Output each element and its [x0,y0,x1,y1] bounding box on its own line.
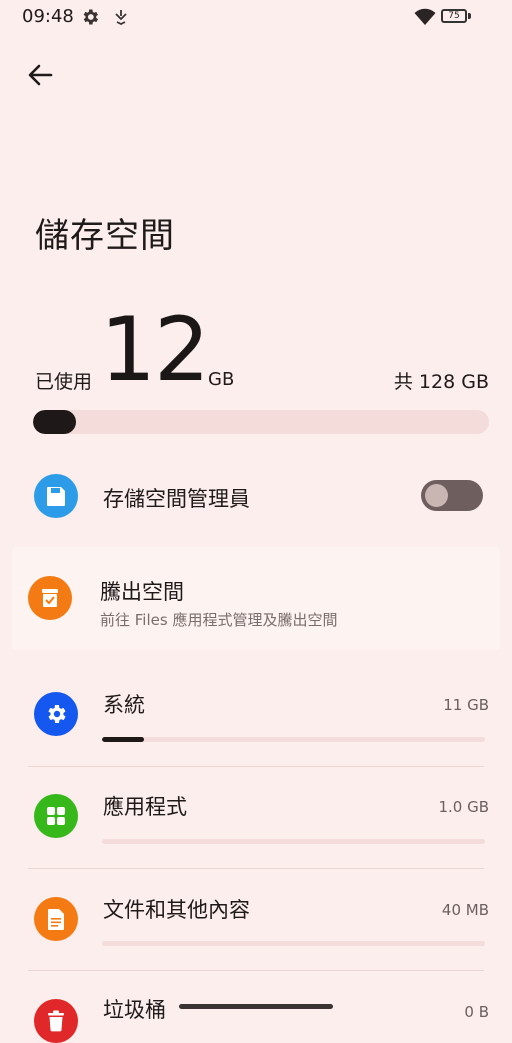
battery-icon: 75 [441,9,467,23]
category-system-size: 11 GB [443,696,489,714]
wifi-icon [414,8,436,25]
sd-card-icon [34,474,78,518]
storage-manager-label[interactable]: 存儲空間管理員 [103,483,250,513]
used-value: 12 [100,298,210,401]
gear-icon [83,9,98,25]
divider [28,868,484,869]
category-trash-label[interactable]: 垃圾桶 [103,994,166,1024]
storage-usage-fill [33,410,76,434]
category-trash-size: 0 B [464,1003,489,1021]
category-documents-size: 40 MB [441,901,489,919]
category-system-fill [102,737,145,742]
used-label: 已使用 [35,371,93,393]
cleanup-icon [28,576,72,620]
trash-icon [34,999,78,1043]
battery-tip [468,13,471,19]
category-apps-bar [102,839,485,844]
back-arrow-icon[interactable] [24,58,58,92]
category-documents-label[interactable]: 文件和其他內容 [103,894,250,924]
navigation-icon [115,10,127,26]
gear-icon [34,692,78,736]
divider [28,970,484,971]
status-time: 09:48 [22,6,74,27]
free-up-subtitle: 前往 Files 應用程式管理及騰出空間 [100,611,338,629]
toggle-thumb[interactable] [425,484,448,507]
total-capacity: 共 128 GB [393,371,489,393]
category-documents-bar [102,941,485,946]
used-unit: GB [208,369,235,390]
free-up-space-card[interactable] [12,547,500,650]
divider [28,766,484,767]
category-system-label[interactable]: 系統 [103,689,145,719]
category-apps-label[interactable]: 應用程式 [103,791,187,821]
document-icon [34,897,78,941]
gesture-navigation-bar[interactable] [179,1004,333,1009]
apps-grid-icon [34,794,78,838]
free-up-title[interactable]: 騰出空間 [100,576,184,606]
page-title: 儲存空間 [35,216,175,256]
category-system-bar [102,737,485,742]
storage-usage-bar [33,410,489,434]
category-apps-size: 1.0 GB [438,798,489,816]
